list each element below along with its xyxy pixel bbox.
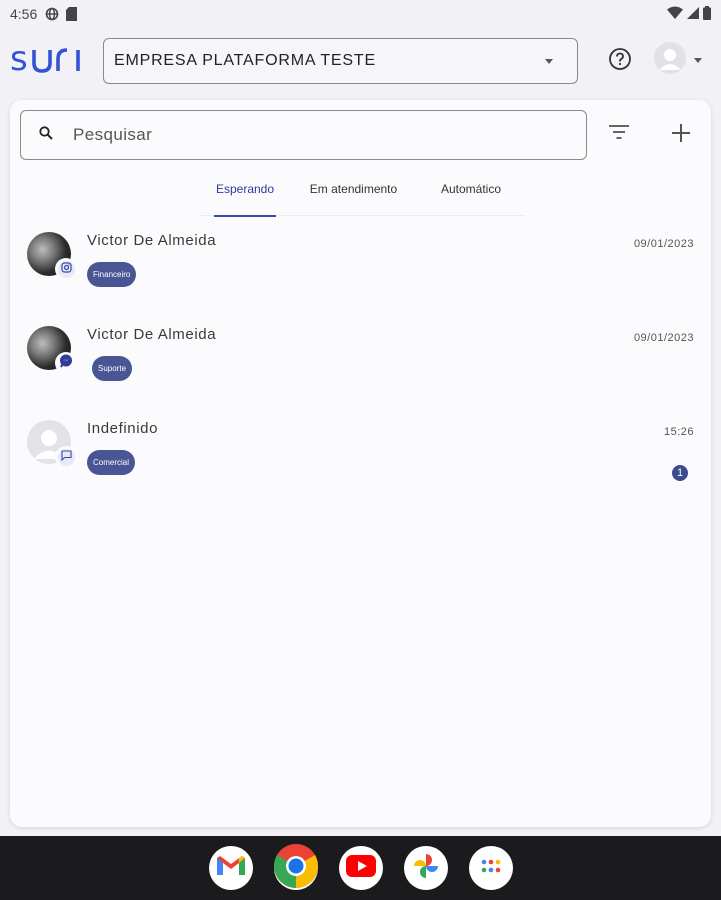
channel-badge [55, 446, 77, 468]
department-tag: Comercial [87, 450, 136, 475]
department-tag: Suporte [92, 356, 133, 381]
messenger-icon [59, 354, 73, 373]
app-dock [0, 836, 721, 900]
chat-bubble-icon [60, 448, 72, 466]
user-menu[interactable] [654, 41, 710, 79]
sd-card-icon [66, 7, 78, 21]
chevron-down-icon [694, 57, 702, 63]
suri-logo: s [10, 39, 84, 83]
conversation-item[interactable]: Indefinido 15:26 Comercial 1 [10, 420, 711, 514]
contact-name: Victor De Almeida [87, 232, 217, 249]
chrome-icon [273, 843, 318, 893]
plus-icon [672, 123, 690, 147]
tab-esperando[interactable]: Esperando [200, 170, 290, 217]
avatar [654, 41, 686, 79]
conversation-item[interactable]: Victor De Almeida 09/01/2023 Suporte [10, 326, 711, 420]
tab-automatico[interactable]: Automático [417, 170, 525, 216]
wifi-icon [667, 6, 683, 22]
search-icon [39, 125, 53, 145]
search-input[interactable] [73, 125, 553, 145]
channel-badge [55, 352, 77, 374]
youtube-icon [345, 854, 376, 882]
vpn-globe-icon [45, 7, 59, 21]
add-conversation-button[interactable] [670, 123, 692, 147]
photos-app[interactable] [403, 846, 448, 890]
status-time: 4:56 [10, 6, 38, 22]
help-button[interactable] [608, 47, 632, 76]
battery-icon [703, 5, 711, 23]
company-select-value: EMPRESA PLATAFORMA TESTE [114, 52, 376, 69]
unread-count-badge: 1 [672, 465, 688, 481]
conversation-date: 09/01/2023 [633, 332, 694, 344]
status-bar: 4:56 [0, 0, 721, 28]
company-select[interactable]: EMPRESA PLATAFORMA TESTE [103, 38, 578, 84]
channel-badge [55, 258, 77, 280]
chrome-app[interactable] [273, 843, 318, 893]
help-icon [608, 47, 632, 76]
app-drawer-icon [481, 859, 501, 878]
app-drawer[interactable] [468, 846, 513, 890]
gmail-app[interactable] [208, 846, 253, 890]
department-tag: Financeiro [87, 262, 137, 287]
filter-icon [609, 124, 629, 144]
chevron-down-icon [545, 58, 553, 64]
filter-button[interactable] [608, 123, 630, 145]
youtube-app[interactable] [338, 846, 383, 890]
svg-text:s: s [10, 42, 29, 76]
signal-icon [687, 6, 699, 22]
photos-icon [411, 851, 441, 886]
conversation-item[interactable]: Victor De Almeida 09/01/2023 Financeiro [10, 232, 711, 326]
conversation-date: 09/01/2023 [633, 238, 694, 250]
tab-em-atendimento[interactable]: Em atendimento [290, 170, 417, 216]
search-box[interactable] [20, 110, 587, 160]
instagram-icon [60, 260, 72, 278]
app-header: s EMPRESA PLATAFORMA TESTE [0, 28, 721, 94]
contact-name: Victor De Almeida [87, 326, 217, 343]
contact-name: Indefinido [87, 420, 159, 437]
conversation-date: 15:26 [663, 426, 694, 438]
tab-bar: Esperando Em atendimento Automático [200, 170, 525, 217]
conversations-panel: Esperando Em atendimento Automático Vict… [10, 100, 711, 827]
gmail-icon [216, 855, 245, 882]
